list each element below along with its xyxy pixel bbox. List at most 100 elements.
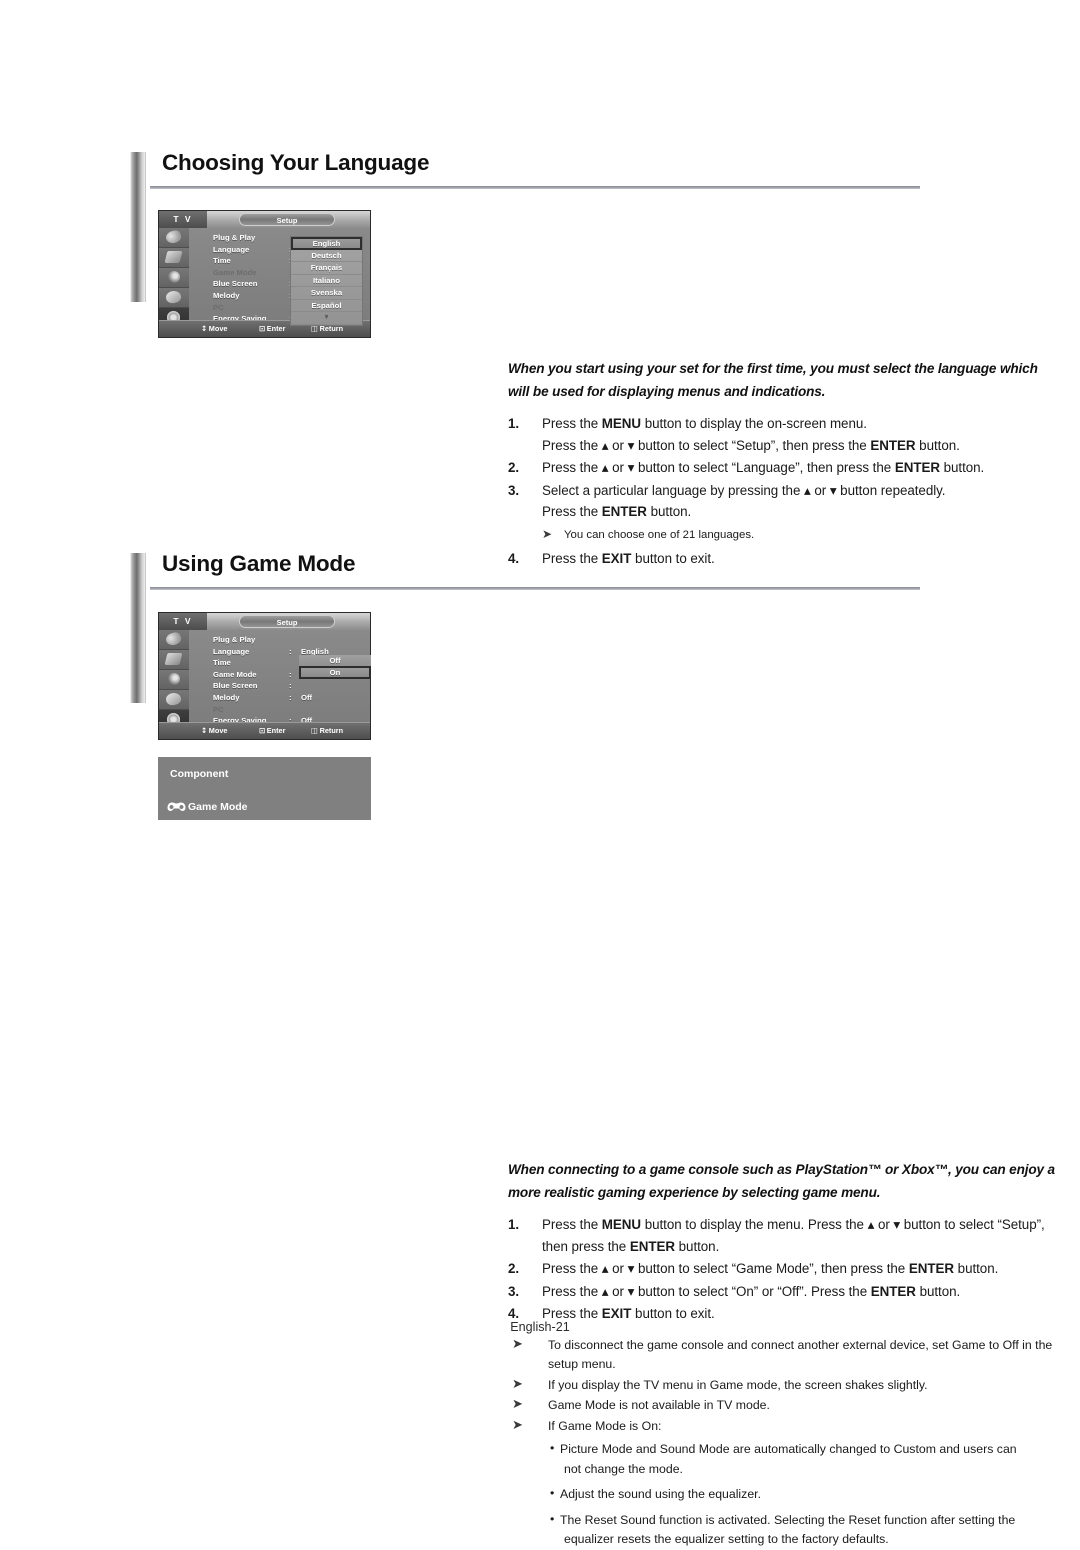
osd-sidebar-item-sound[interactable] (159, 248, 189, 268)
bullet-dot-icon: • (550, 1441, 555, 1455)
osd-hint-enter: ⊡ Enter (259, 726, 286, 735)
osd-tab-setup[interactable]: Setup (239, 213, 335, 226)
sub-bullet-text: The Reset Sound function is activated. S… (560, 1512, 1016, 1527)
osd-category-sidebar (159, 630, 190, 730)
picture-icon (164, 630, 183, 648)
language-dropdown[interactable]: English Deutsch Français Italiano Svensk… (290, 236, 363, 326)
sub-bullet-continuation: not change the mode. (508, 1460, 1060, 1480)
osd-row-colon: : (289, 692, 292, 702)
game-mode-option-off[interactable]: Off (299, 654, 371, 666)
game-mode-dropdown[interactable]: Off On (299, 654, 371, 679)
osd-sidebar-item-input[interactable] (159, 690, 189, 710)
manual-page: Choosing Your Language T V Setup Plug & … (0, 0, 1080, 1546)
osd-tab-setup[interactable]: Setup (239, 615, 335, 628)
sub-bullet: • Adjust the sound using the equalizer. (508, 1485, 1060, 1505)
enter-icon: ⊡ (259, 324, 266, 333)
osd-row-colon: : (289, 669, 292, 679)
component-label: Component (170, 768, 229, 780)
move-icon: ↕ (201, 324, 208, 333)
step-number: 1. (508, 416, 520, 431)
step-item: 3. Press the ▴ or ▾ button to select “On”… (508, 1281, 1060, 1303)
sound-icon (164, 251, 183, 263)
section-2-lead-text: When connecting to a game console such a… (508, 1158, 1060, 1204)
section-2-steps: 1. Press the MENU button to display the m… (508, 1214, 1060, 1325)
language-option-espanol[interactable]: Español (291, 300, 362, 312)
osd-sidebar-item-picture[interactable] (159, 228, 189, 248)
note-text: To disconnect the game console and conne… (548, 1337, 1053, 1372)
component-game-mode-label: Game Mode (188, 801, 248, 813)
section-2-text-column: When connecting to a game console such a… (508, 1158, 1060, 1550)
step-text: Press the ▴ or ▾ button to select “Langu… (542, 460, 985, 475)
osd-row-value: Off (301, 692, 313, 702)
osd-titlebar: T V Setup (159, 613, 370, 630)
input-icon (164, 691, 183, 707)
osd-menu-game-mode: T V Setup Plug & Play Language: English T… (158, 612, 371, 740)
step-text: Press the ▴ or ▾ button to select “Game … (542, 1261, 999, 1276)
sub-bullet: • Picture Mode and Sound Mode are automat… (508, 1440, 1060, 1460)
component-input-box: Component Game Mode (158, 757, 371, 820)
note-arrow-icon: ➤ (512, 1376, 523, 1392)
osd-device-label: T V (159, 211, 207, 228)
sub-bullet-text: Picture Mode and Sound Mode are automati… (560, 1442, 1017, 1456)
page-title: Choosing Your Language (162, 150, 430, 175)
osd-row-label: Plug & Play (213, 233, 256, 242)
step-text: Press the ▴ or ▾ button to select “On” o… (542, 1283, 961, 1299)
step-number: 2. (508, 1261, 520, 1276)
osd-device-label: T V (159, 613, 207, 630)
step-item: 2. Press the ▴ or ▾ button to select “Lan… (508, 457, 1060, 479)
section-2-lead-inner: When connecting to a game console such a… (508, 1162, 1055, 1200)
osd-row: Plug & Play (189, 634, 370, 646)
osd-row: Blue Screen: (189, 680, 370, 692)
osd-hint-move: ↕ Move (201, 324, 228, 333)
channel-icon (168, 271, 180, 283)
chevron-down-icon[interactable]: ▾ (291, 312, 362, 325)
language-option-italiano[interactable]: Italiano (291, 275, 362, 287)
osd-row-label: Time (213, 256, 231, 266)
language-option-francais[interactable]: Français (291, 262, 362, 275)
note-text: Game Mode is not available in TV mode. (548, 1398, 770, 1412)
move-icon: ↕ (201, 726, 208, 735)
decorative-vertical-bar (130, 553, 146, 703)
game-mode-option-on[interactable]: On (299, 666, 371, 679)
osd-hint-move: ↕ Move (201, 726, 228, 735)
note-arrow-icon: ➤ (542, 526, 553, 541)
osd-hint-bar: ↕ Move ⊡ Enter ◫ Return (159, 722, 370, 739)
step-number: 3. (508, 1283, 520, 1299)
sub-bullet-text: not change the mode. (564, 1461, 683, 1476)
osd-category-sidebar (159, 228, 190, 328)
section-1-steps: 1. Press the MENU button to display the o… (508, 413, 1060, 569)
osd-sidebar-item-sound[interactable] (159, 650, 189, 670)
osd-row-colon: : (289, 681, 292, 691)
section-2-notes: ➤ To disconnect the game console and conn… (508, 1336, 1060, 1550)
language-option-svenska[interactable]: Svenska (291, 287, 362, 300)
osd-hint-return: ◫ Return (311, 726, 344, 735)
note-arrow-icon: ➤ (512, 1397, 523, 1412)
section-2-heading-row: Using Game Mode (130, 551, 930, 703)
osd-row-label: Language (213, 646, 250, 656)
sub-bullet-text: equalizer resets the equalizer setting t… (564, 1532, 889, 1546)
decorative-vertical-bar (130, 152, 146, 302)
channel-icon (168, 673, 180, 685)
step-item: 1. Press the MENU button to display the m… (508, 1214, 1060, 1257)
osd-sidebar-item-channel[interactable] (159, 670, 189, 690)
language-option-english[interactable]: English (291, 237, 362, 250)
step-text: Press the EXIT button to exit. (542, 1306, 715, 1321)
sub-bullet-continuation: equalizer resets the equalizer setting t… (508, 1530, 1060, 1550)
osd-sidebar-item-input[interactable] (159, 288, 189, 308)
osd-row: PC (189, 704, 370, 716)
osd-row-label: Melody (213, 692, 240, 702)
language-option-deutsch[interactable]: Deutsch (291, 250, 362, 262)
step-text: Press the MENU button to display the men… (542, 1217, 1045, 1254)
note-item: ➤ If you display the TV menu in Game mode… (508, 1376, 1060, 1396)
osd-sidebar-item-picture[interactable] (159, 630, 189, 650)
osd-row-label: Plug & Play (213, 635, 256, 644)
sub-bullet-text: Adjust the sound using the equalizer. (560, 1487, 761, 1501)
osd-sidebar-item-channel[interactable] (159, 268, 189, 288)
sound-icon (164, 653, 183, 665)
section-using-game-mode: Using Game Mode T V Setup Plug & Play La… (130, 551, 1055, 1546)
step-text: Press the MENU button to display the on-… (542, 416, 960, 453)
note-item: ➤ To disconnect the game console and conn… (508, 1336, 1060, 1375)
sub-bullet: • The Reset Sound function is activated. … (508, 1511, 1060, 1531)
step-item: 1. Press the MENU button to display the o… (508, 413, 1060, 456)
osd-row-label: Blue Screen (213, 279, 258, 289)
